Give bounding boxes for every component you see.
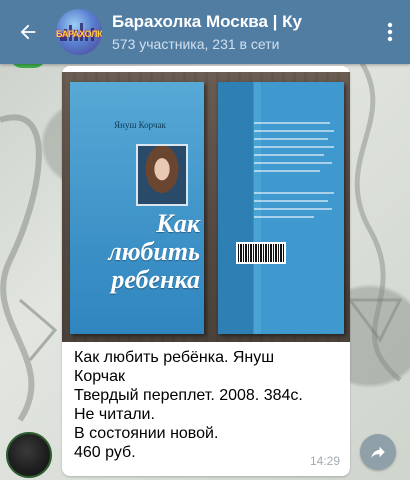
back-button[interactable] (0, 0, 56, 64)
caption-line: Твердый переплет. 2008. 384с. (74, 387, 303, 404)
book-back-cover (218, 82, 344, 334)
back-text-line (254, 138, 328, 140)
sender-avatar[interactable] (6, 432, 52, 478)
back-text-line (254, 192, 334, 194)
chat-title: Барахолка Москва | Ку (112, 12, 302, 31)
back-text-line (254, 162, 332, 164)
cover-portrait (136, 144, 188, 206)
back-text-line (254, 130, 334, 132)
book-front-cover: Януш Корчак Как любить ребенка (70, 82, 204, 334)
back-text-line (254, 208, 332, 210)
back-text-line (254, 170, 320, 172)
message-bubble[interactable]: Януш Корчак Как любить ребенка Как любит… (62, 66, 350, 476)
caption-line: Не читали. (74, 406, 155, 423)
caption-line: 460 руб. (74, 444, 136, 461)
message-photo[interactable]: Януш Корчак Как любить ребенка (62, 72, 350, 342)
chat-title-block[interactable]: Барахолка Москва | Ку 573 участника, 231… (112, 11, 370, 53)
avatar-logo-text: БАРАХОЛКА (56, 29, 102, 39)
book-title-line-2: любить (108, 237, 200, 266)
group-avatar[interactable]: БАРАХОЛКА (56, 9, 102, 55)
arrow-left-icon (20, 24, 36, 40)
book-title: Как любить ребенка (76, 210, 200, 294)
back-text-line (254, 154, 324, 156)
chat-header: БАРАХОЛКА Барахолка Москва | Ку 573 учас… (0, 0, 410, 64)
more-menu-button[interactable] (370, 0, 410, 64)
back-text-line (254, 122, 330, 124)
message-time: 14:29 (309, 454, 340, 468)
share-button[interactable] (360, 434, 396, 470)
book-title-line-3: ребенка (111, 265, 200, 294)
book-title-line-1: Как (156, 209, 200, 238)
caption-line: В состоянии новой. (74, 425, 219, 442)
message-caption: Как любить ребёнка. Януш Корчак Твердый … (74, 348, 342, 462)
back-text-line (254, 200, 328, 202)
more-vertical-icon (387, 22, 393, 42)
book-author: Януш Корчак (114, 120, 166, 130)
share-arrow-icon (371, 446, 385, 458)
back-text-line (254, 216, 314, 218)
book-barcode (236, 242, 286, 264)
caption-line: Корчак (74, 368, 125, 385)
caption-line: Как любить ребёнка. Януш (74, 349, 275, 366)
chat-member-count: 573 участника, 231 в сети (112, 36, 280, 52)
back-text-line (254, 146, 334, 148)
